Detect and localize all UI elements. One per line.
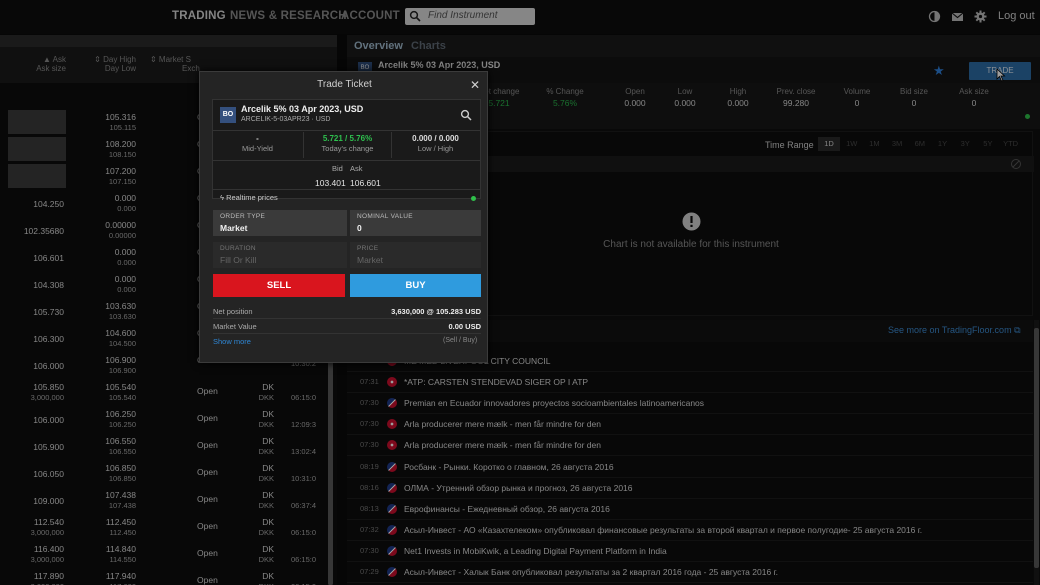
sell-button[interactable]: SELL bbox=[213, 274, 345, 297]
divider bbox=[213, 160, 480, 161]
market-value-row: Market Value 0.00 USD bbox=[213, 320, 481, 334]
show-more-link[interactable]: Show more bbox=[213, 337, 251, 346]
ticket-instrument-code: ARCELIK-5-03APR23 · USD bbox=[241, 116, 331, 123]
trade-ticket-dialog: Trade Ticket ✕ BO Arcelik 5% 03 Apr 2023… bbox=[199, 71, 488, 363]
ticket-instrument-name: Arcelik 5% 03 Apr 2023, USD bbox=[241, 104, 364, 114]
close-icon[interactable]: ✕ bbox=[470, 78, 480, 92]
low-high: 0.000 / 0.000 Low / High bbox=[412, 134, 459, 153]
lightning-icon: ϟ bbox=[220, 193, 224, 202]
ask-price: 106.601 bbox=[350, 178, 381, 188]
search-icon[interactable] bbox=[460, 109, 472, 121]
ticket-instrument-card: BO Arcelik 5% 03 Apr 2023, USD ARCELIK-5… bbox=[212, 99, 481, 202]
todays-change: 5.721 / 5.76% Today's change bbox=[321, 134, 374, 153]
net-position-row: Net position 3,630,000 @ 105.283 USD bbox=[213, 305, 481, 319]
bid-price: 103.401 bbox=[315, 178, 346, 188]
instrument-type-badge: BO bbox=[220, 107, 236, 123]
duration-select[interactable]: DURATION Fill Or Kill bbox=[213, 242, 347, 268]
realtime-prices: ϟ Realtime prices bbox=[220, 193, 278, 202]
ask-label: Ask bbox=[350, 164, 363, 173]
divider bbox=[213, 130, 480, 131]
order-type-select[interactable]: ORDER TYPE Market bbox=[213, 210, 347, 236]
price-input[interactable]: PRICE Market bbox=[350, 242, 481, 268]
dialog-title: Trade Ticket bbox=[317, 79, 372, 90]
buy-button[interactable]: BUY bbox=[350, 274, 481, 297]
bid-label: Bid bbox=[332, 164, 343, 173]
sell-buy-note: (Sell / Buy) bbox=[443, 337, 478, 344]
divider bbox=[213, 189, 480, 190]
modal-backdrop bbox=[0, 0, 1040, 585]
nominal-value-input[interactable]: NOMINAL VALUE 0 bbox=[350, 210, 481, 236]
mid-yield: - Mid-Yield bbox=[242, 134, 273, 153]
live-status-dot bbox=[471, 196, 476, 201]
